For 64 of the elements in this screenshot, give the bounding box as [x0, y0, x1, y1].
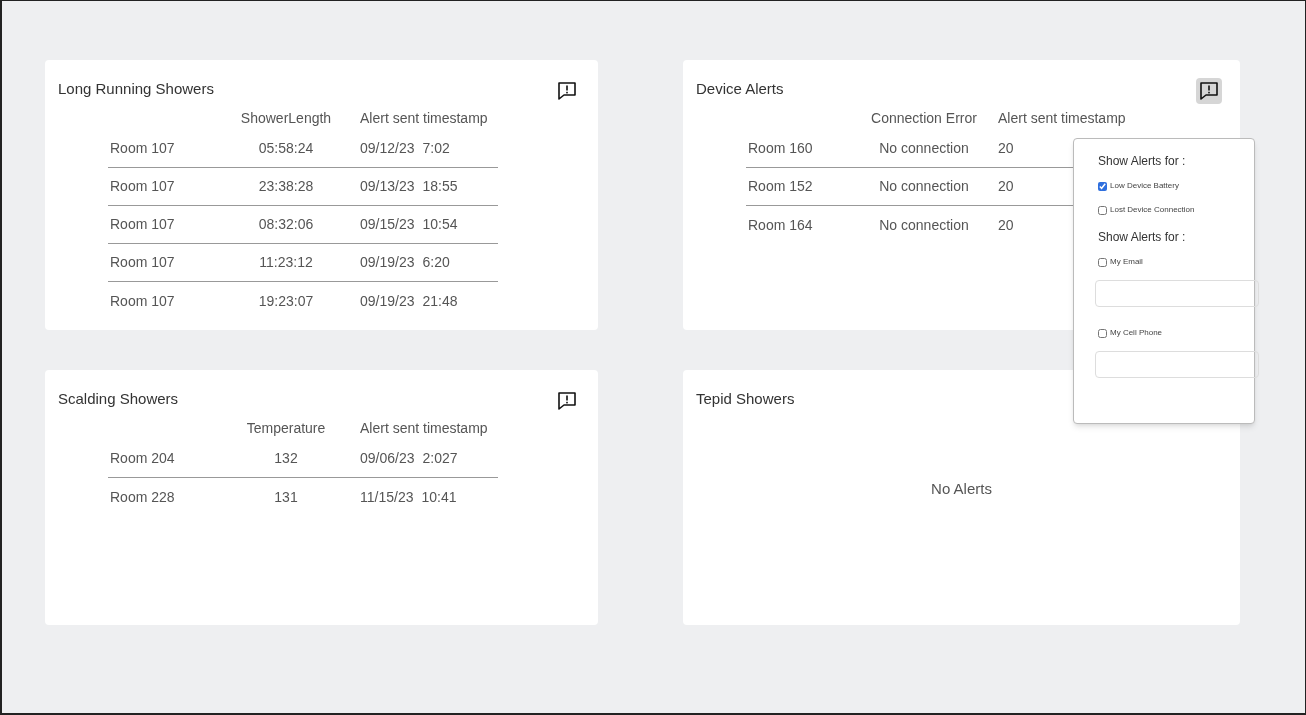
alert-message-icon — [1199, 81, 1219, 101]
table-cell-text: 09/15/23 — [360, 215, 415, 234]
empty-message: No Alerts — [930, 479, 993, 499]
column-header: Temperature — [246, 418, 326, 438]
alert-settings-button[interactable] — [1196, 78, 1222, 104]
checkbox-label: Low Device Battery — [1110, 180, 1179, 192]
table-cell-text: 19:23:07 — [258, 291, 314, 311]
table-cell-text: 23:38:28 — [258, 177, 314, 196]
table-cell-text: Room 228 — [109, 487, 176, 507]
table-cell-text: Room 164 — [747, 215, 814, 235]
table-cell-text: Room 152 — [747, 177, 814, 196]
table-cell-text: Room 160 — [747, 139, 814, 158]
checkbox[interactable] — [1098, 205, 1107, 215]
table-cell-text: Room 107 — [109, 253, 176, 272]
table-cell-text: 09/13/23 — [360, 177, 415, 196]
alert-message-icon — [557, 81, 577, 101]
table-cell-text: Room 204 — [109, 449, 176, 468]
column-header: ShowerLength — [240, 108, 332, 128]
table-cell-text: 09/19/23 — [360, 253, 415, 272]
table-cell-text: Room 107 — [109, 215, 176, 234]
table-cell-text: 05:58:24 — [258, 139, 314, 158]
table-cell-text: 11:23:12 — [259, 253, 313, 272]
input-field[interactable] — [1095, 280, 1259, 307]
table-cell-text: 7:02 — [422, 139, 450, 158]
checkbox-label: My Cell Phone — [1110, 327, 1163, 339]
table-cell-text: Room 107 — [109, 177, 176, 196]
table-cell-text: 20 — [998, 177, 1014, 196]
table-cell-text: 18:55 — [422, 177, 458, 196]
table-cell-text: Room 107 — [109, 291, 176, 311]
section-heading: Show Alerts for : — [1098, 229, 1187, 246]
table-cell-text: Room 107 — [109, 139, 176, 158]
table-cell-text: No connection — [879, 139, 969, 158]
column-header: Connection Error — [871, 108, 977, 128]
checkbox[interactable] — [1098, 328, 1107, 338]
table-cell-text: 10:41 — [421, 487, 457, 507]
checkbox[interactable] — [1098, 181, 1107, 191]
table-cell-text: 09/19/23 — [360, 291, 415, 311]
checkbox-label: Lost Device Connection — [1110, 204, 1195, 216]
panel-title: Long Running Showers — [58, 79, 214, 99]
table-cell-text: 21:48 — [422, 291, 458, 311]
panel-title: Scalding Showers — [58, 389, 179, 409]
table-cell-text: No connection — [879, 215, 969, 235]
table-cell-text: 2:027 — [422, 449, 458, 468]
table-cell-text: 20 — [998, 215, 1014, 235]
column-header: Alert sent timestamp — [359, 108, 489, 128]
table-cell-text: 09/06/23 — [360, 449, 415, 468]
table-cell-text: 10:54 — [422, 215, 458, 234]
alert-message-icon — [557, 391, 577, 411]
column-header: Alert sent timestamp — [997, 108, 1127, 128]
checkbox-label: My Email — [1110, 256, 1143, 268]
table-cell-text: 6:20 — [422, 253, 450, 272]
table-cell-text: 132 — [274, 449, 298, 468]
table-cell-text: No connection — [879, 177, 969, 196]
column-header: Alert sent timestamp — [359, 418, 489, 438]
table-cell-text: 11/15/23 — [360, 487, 414, 507]
checkbox[interactable] — [1098, 257, 1107, 267]
table-cell-text: 131 — [274, 487, 298, 507]
input-field[interactable] — [1095, 351, 1259, 378]
table-cell-text: 20 — [998, 139, 1014, 158]
panel-title: Tepid Showers — [696, 389, 795, 409]
table-cell-text: 08:32:06 — [258, 215, 314, 234]
table-cell-text: 09/12/23 — [360, 139, 415, 158]
section-heading: Show Alerts for : — [1098, 153, 1187, 170]
panel-title: Device Alerts — [696, 79, 784, 99]
